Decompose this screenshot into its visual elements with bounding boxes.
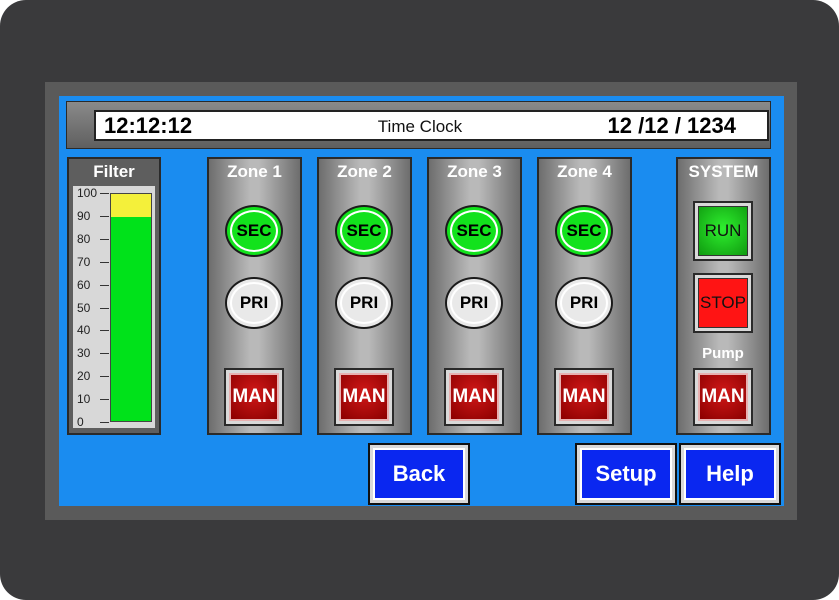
scale-tick (100, 399, 109, 401)
zone-2-title: Zone 2 (337, 162, 392, 181)
zone-3-title: Zone 3 (447, 162, 502, 181)
scale-tick (100, 422, 109, 423)
zone-3-pri-indicator[interactable]: PRI (445, 277, 503, 329)
zone-3-man-label: MAN (449, 373, 499, 421)
zone-4-man-label: MAN (559, 373, 609, 421)
zone-2-man-button[interactable]: MAN (334, 368, 394, 426)
pump-man-label: MAN (698, 373, 748, 421)
zone-2-pri-label: PRI (349, 293, 379, 312)
filter-title: Filter (93, 162, 135, 181)
stop-label: STOP (698, 278, 748, 328)
back-label: Back (373, 448, 465, 500)
zone-1-man-label: MAN (229, 373, 279, 421)
zone-3-sec-label: SEC (456, 221, 492, 240)
scale-tick (100, 353, 109, 355)
zone-4-pri-label: PRI (569, 293, 599, 312)
filter-level-bar (111, 216, 151, 421)
zone-1-sec-indicator[interactable]: SEC (225, 205, 283, 257)
pump-man-button[interactable]: MAN (693, 368, 753, 426)
scale-tick (100, 330, 109, 332)
zone-1-sec-label: SEC (236, 221, 272, 240)
run-label: RUN (698, 206, 748, 256)
zone-1-pri-label: PRI (239, 293, 269, 312)
setup-button[interactable]: Setup (575, 443, 677, 505)
zone-4-man-button[interactable]: MAN (554, 368, 614, 426)
scale-tick (100, 376, 109, 378)
back-button[interactable]: Back (368, 443, 470, 505)
filter-alarm-band (111, 194, 151, 217)
stop-button[interactable]: STOP (693, 273, 753, 333)
help-label: Help (684, 448, 776, 500)
clock-time: 12:12:12 (104, 113, 193, 138)
help-button[interactable]: Help (679, 443, 781, 505)
zone-4-sec-label: SEC (566, 221, 602, 240)
clock-date: 12 /12 / 1234 (607, 113, 736, 138)
scale-tick (100, 215, 109, 217)
zone-2-sec-indicator[interactable]: SEC (335, 205, 393, 257)
page-title: Time Clock (377, 117, 463, 136)
scale-tick (100, 307, 109, 309)
zone-1-title: Zone 1 (227, 162, 282, 181)
zone-3-pri-label: PRI (459, 293, 489, 312)
run-button[interactable]: RUN (693, 201, 753, 261)
setup-label: Setup (580, 448, 672, 500)
zone-4-title: Zone 4 (557, 162, 612, 181)
scale-tick (100, 261, 109, 263)
zone-4-pri-indicator[interactable]: PRI (555, 277, 613, 329)
zone-1-man-button[interactable]: MAN (224, 368, 284, 426)
pump-label: Pump (702, 345, 744, 362)
zone-2-man-label: MAN (339, 373, 389, 421)
zone-2-pri-indicator[interactable]: PRI (335, 277, 393, 329)
scale-tick (100, 238, 109, 240)
zone-3-sec-indicator[interactable]: SEC (445, 205, 503, 257)
zone-3-man-button[interactable]: MAN (444, 368, 504, 426)
zone-2-sec-label: SEC (346, 221, 382, 240)
zone-1-pri-indicator[interactable]: PRI (225, 277, 283, 329)
zone-4-sec-indicator[interactable]: SEC (555, 205, 613, 257)
scale-tick (100, 284, 109, 286)
scale-tick (100, 193, 109, 194)
system-title: SYSTEM (688, 162, 759, 181)
